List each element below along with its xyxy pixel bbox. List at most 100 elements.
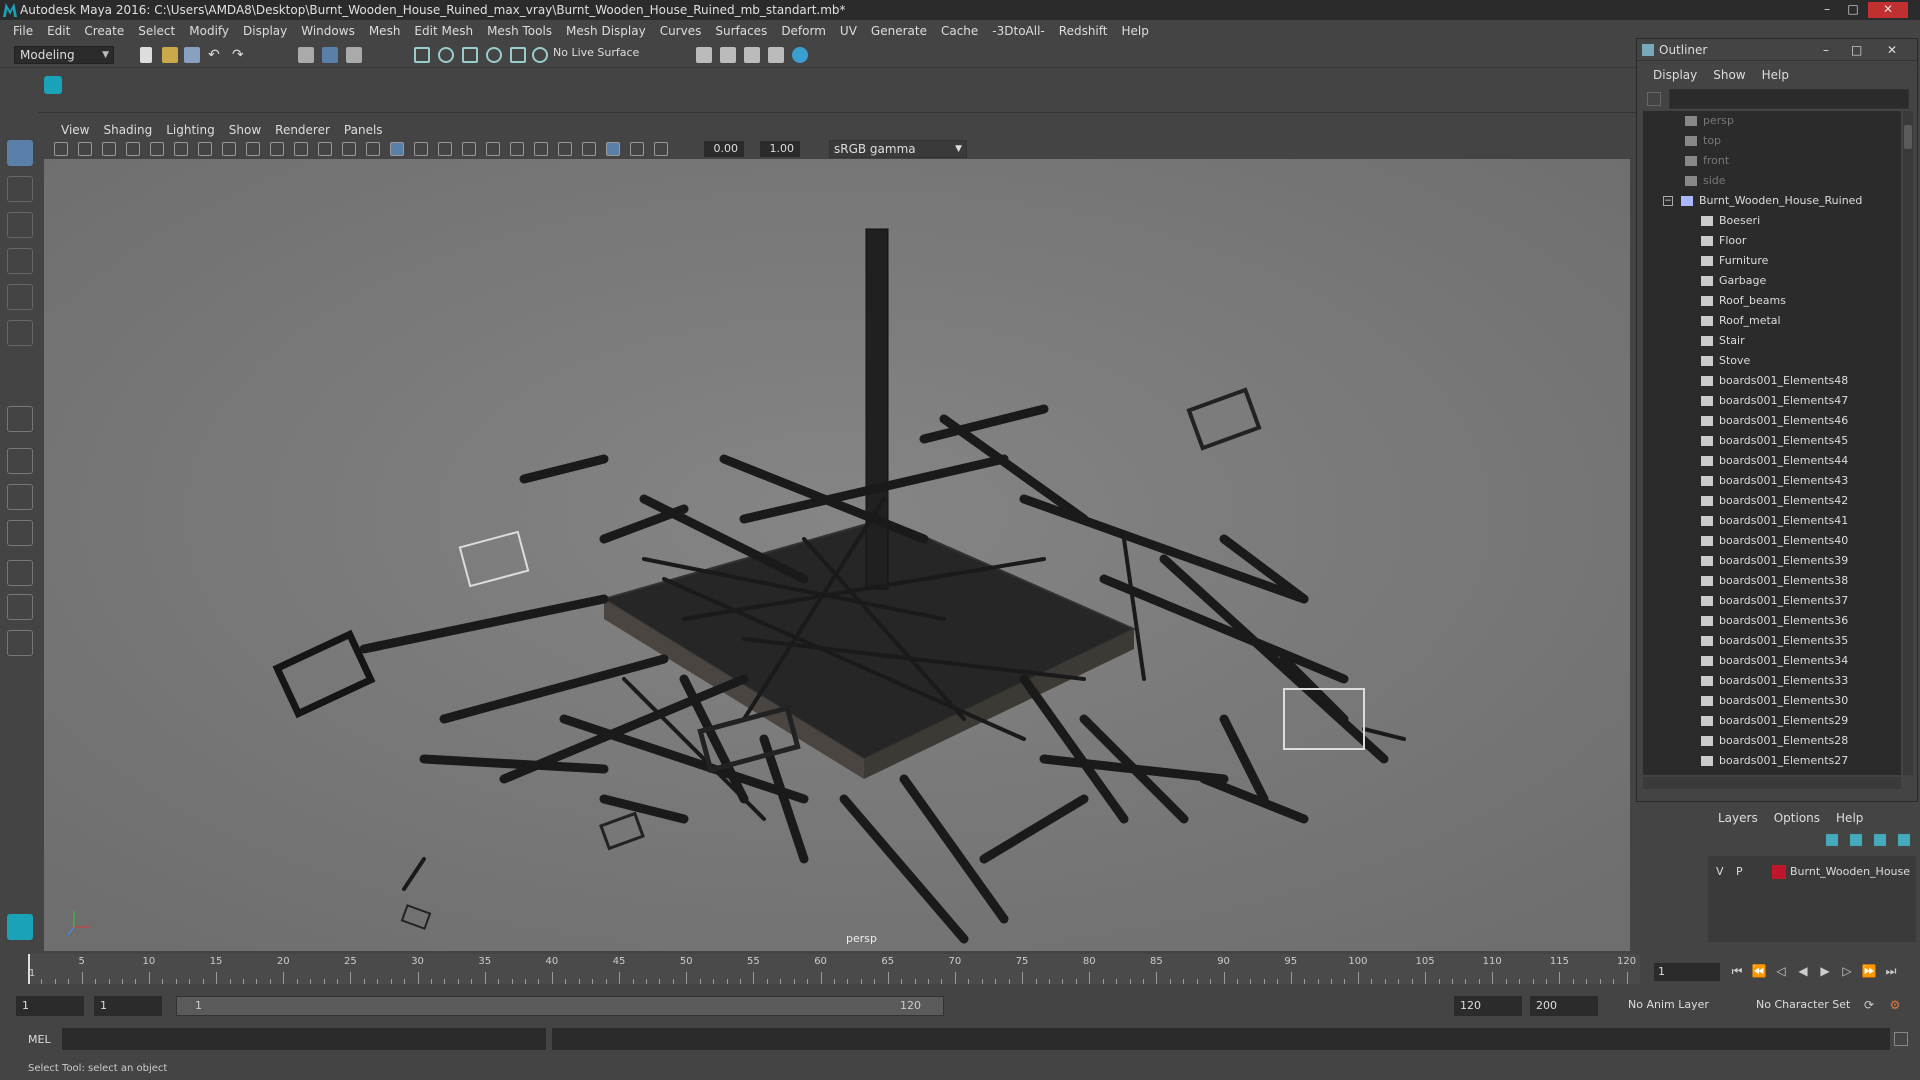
make-live-icon[interactable]	[532, 47, 548, 63]
menu-mesh-display[interactable]: Mesh Display	[559, 24, 653, 38]
outliner-menu-display[interactable]: Display	[1645, 68, 1705, 82]
step-back-key-icon[interactable]: ⏪	[1750, 962, 1768, 980]
anti-aliasing-icon[interactable]	[558, 142, 572, 156]
ambient-occlusion-icon[interactable]	[510, 142, 524, 156]
select-component-icon[interactable]	[346, 47, 362, 63]
safe-title-icon[interactable]	[342, 142, 356, 156]
gate-mask-icon[interactable]	[270, 142, 284, 156]
wireframe-icon[interactable]	[366, 142, 380, 156]
camera-select-icon[interactable]	[54, 142, 68, 156]
menu-surfaces[interactable]: Surfaces	[708, 24, 774, 38]
menu-cache[interactable]: Cache	[934, 24, 985, 38]
rotate-tool-icon[interactable]	[7, 284, 33, 310]
mel-label[interactable]: MEL	[28, 1033, 51, 1046]
outliner-item[interactable]: Stove	[1643, 351, 1901, 371]
menu-windows[interactable]: Windows	[294, 24, 362, 38]
outliner-item[interactable]: boards001_Elements29	[1643, 711, 1901, 731]
outliner-item[interactable]: boards001_Elements48	[1643, 371, 1901, 391]
step-forward-key-icon[interactable]: ⏩	[1860, 962, 1878, 980]
auto-key-icon[interactable]: ⟳	[1860, 996, 1878, 1014]
step-forward-frame-icon[interactable]: ▷	[1838, 962, 1856, 980]
side-by-side-layout-icon[interactable]	[7, 484, 33, 510]
outliner-item[interactable]: boards001_Elements27	[1643, 751, 1901, 771]
ipr-render-icon[interactable]	[744, 47, 760, 63]
outliner-item[interactable]: boards001_Elements28	[1643, 731, 1901, 751]
new-layer-icon[interactable]	[1874, 834, 1886, 846]
move-tool-icon[interactable]	[7, 248, 33, 274]
image-plane-icon[interactable]	[126, 142, 140, 156]
outliner-tree[interactable]: persp top front side − Burnt_Wooden_House_Rui…	[1643, 111, 1901, 775]
redo-icon[interactable]: ↷	[232, 47, 248, 63]
camera-attributes-icon[interactable]	[78, 142, 92, 156]
range-slider[interactable]: 1 120	[176, 996, 944, 1016]
filter-icon[interactable]	[1647, 92, 1661, 106]
animation-end-field[interactable]: 200	[1530, 996, 1598, 1016]
outliner-item[interactable]: boards001_Elements40	[1643, 531, 1901, 551]
command-input[interactable]	[62, 1028, 546, 1050]
persp-graph-layout-icon[interactable]	[7, 520, 33, 546]
bookmark-icon[interactable]	[102, 142, 116, 156]
outliner-item[interactable]: boards001_Elements36	[1643, 611, 1901, 631]
outliner-close-button[interactable]: ✕	[1887, 39, 1897, 61]
2d-pan-zoom-icon[interactable]	[150, 142, 164, 156]
menu-file[interactable]: File	[6, 24, 40, 38]
outliner-item[interactable]: Boeseri	[1643, 211, 1901, 231]
panel-menu-shading[interactable]: Shading	[96, 123, 159, 137]
menu-set-selector[interactable]: Modeling ▼	[14, 46, 114, 64]
lasso-tool-icon[interactable]	[7, 176, 33, 202]
outliner-title-bar[interactable]: Outliner – □ ✕	[1637, 39, 1917, 61]
snap-curve-icon[interactable]	[438, 47, 454, 63]
undo-icon[interactable]: ↶	[208, 47, 224, 63]
go-to-start-icon[interactable]: ⏮	[1728, 962, 1746, 980]
anim-layer-selector[interactable]: No Anim Layer	[1628, 998, 1709, 1011]
smooth-shade-icon[interactable]	[390, 142, 404, 156]
outliner-item[interactable]: boards001_Elements35	[1643, 631, 1901, 651]
outliner-item[interactable]: boards001_Elements34	[1643, 651, 1901, 671]
outliner-vertical-scrollbar[interactable]	[1903, 111, 1913, 775]
snap-surface-icon[interactable]	[510, 47, 526, 63]
select-tool-icon[interactable]	[7, 140, 33, 166]
character-set-selector[interactable]: No Character Set	[1756, 998, 1850, 1011]
default-material-icon[interactable]	[414, 142, 428, 156]
menu-curves[interactable]: Curves	[653, 24, 709, 38]
hypershade-layout-icon[interactable]	[7, 594, 33, 620]
layers-menu-layers[interactable]: Layers	[1710, 811, 1766, 825]
collapse-icon[interactable]: −	[1663, 196, 1673, 206]
motion-blur-icon[interactable]	[534, 142, 548, 156]
shelf-logo-icon[interactable]	[44, 76, 62, 94]
panel-menu-renderer[interactable]: Renderer	[268, 123, 337, 137]
menu-create[interactable]: Create	[77, 24, 131, 38]
panel-menu-show[interactable]: Show	[222, 123, 268, 137]
panel-menu-view[interactable]: View	[54, 123, 96, 137]
outliner-maximize-button[interactable]: □	[1851, 39, 1862, 61]
isolate-select-icon[interactable]	[582, 142, 596, 156]
playback-start-field[interactable]: 1	[94, 996, 162, 1016]
single-perspective-layout-icon[interactable]	[7, 406, 33, 432]
outliner-menu-help[interactable]: Help	[1754, 68, 1797, 82]
outliner-item[interactable]: boards001_Elements39	[1643, 551, 1901, 571]
playback-end-field[interactable]: 120	[1454, 996, 1522, 1016]
grid-icon[interactable]	[198, 142, 212, 156]
outliner-item[interactable]: Stair	[1643, 331, 1901, 351]
new-scene-icon[interactable]	[140, 47, 152, 63]
snap-point-icon[interactable]	[462, 47, 478, 63]
layer-color-swatch[interactable]	[1772, 865, 1786, 879]
panel-menu-panels[interactable]: Panels	[337, 123, 390, 137]
layer-visibility-toggle[interactable]: V	[1716, 862, 1724, 882]
time-slider[interactable]: 1 5 10 15 20 25 30 35 40 45 50 55 60 65 70 75 80 85 90 95 10…	[0, 952, 1920, 986]
outliner-item[interactable]: boards001_Elements42	[1643, 491, 1901, 511]
outliner-item[interactable]: Floor	[1643, 231, 1901, 251]
script-editor-icon[interactable]	[1894, 1032, 1908, 1046]
xray-joints-icon[interactable]	[630, 142, 644, 156]
animation-prefs-icon[interactable]: ⚙	[1886, 996, 1904, 1014]
outliner-item[interactable]: top	[1643, 131, 1901, 151]
menu-uv[interactable]: UV	[833, 24, 864, 38]
outliner-item[interactable]: boards001_Elements37	[1643, 591, 1901, 611]
outliner-item[interactable]: boards001_Elements46	[1643, 411, 1901, 431]
xray-icon[interactable]	[606, 142, 620, 156]
menu-modify[interactable]: Modify	[182, 24, 236, 38]
gamma-field[interactable]: 1.00	[760, 141, 800, 157]
new-layer-selected-icon[interactable]	[1898, 834, 1910, 846]
layers-menu-options[interactable]: Options	[1766, 811, 1828, 825]
persp-outliner-layout-icon[interactable]	[7, 560, 33, 586]
